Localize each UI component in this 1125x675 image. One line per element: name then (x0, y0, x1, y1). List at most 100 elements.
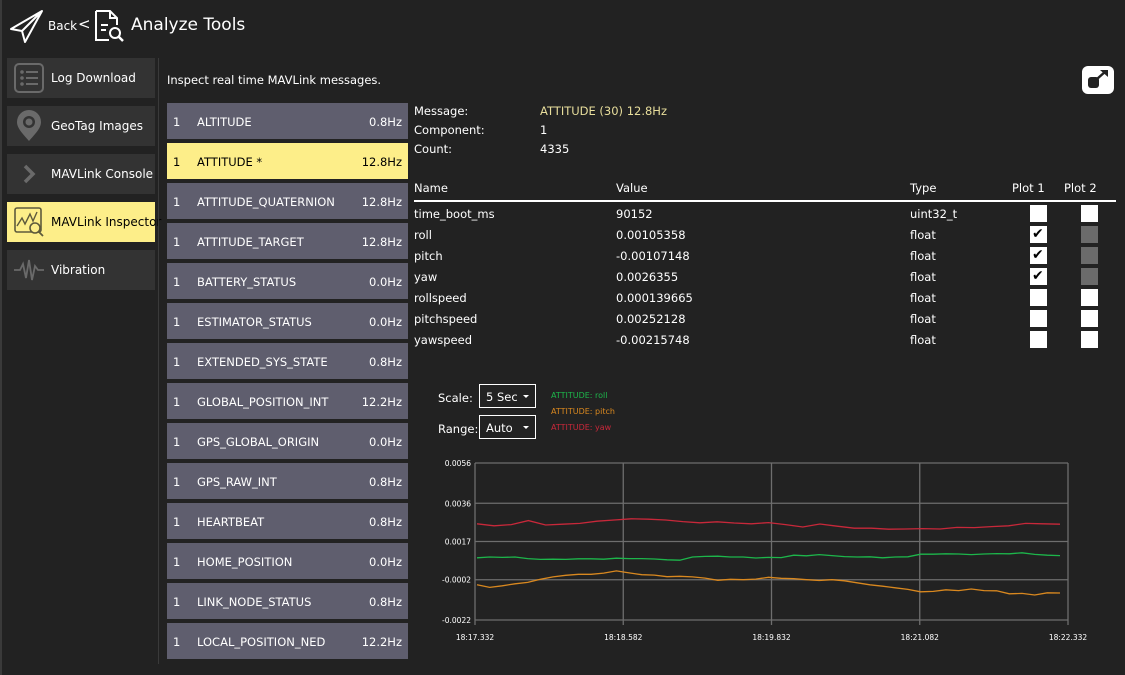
message-component: 1 (173, 555, 181, 569)
plot2-checkbox (1081, 247, 1098, 264)
field-value: 0.000139665 (616, 291, 693, 305)
y-tick-label: 0.0056 (445, 459, 471, 468)
message-list-item[interactable]: 1 LOCAL_POSITION_NED 12.2Hz (167, 623, 408, 659)
message-list-item[interactable]: 1 ATTITUDE_QUATERNION 12.8Hz (167, 183, 408, 219)
message-name: GLOBAL_POSITION_INT (197, 395, 329, 409)
field-name: pitchspeed (414, 312, 478, 326)
plot2-checkbox[interactable] (1081, 205, 1098, 222)
message-rate: 0.8Hz (369, 475, 402, 489)
message-component: 1 (173, 115, 181, 129)
sidebar-item-geotag-images[interactable]: GeoTag Images (7, 106, 155, 146)
message-component: 1 (173, 595, 181, 609)
message-list-item[interactable]: 1 GPS_GLOBAL_ORIGIN 0.0Hz (167, 423, 408, 459)
document-search-icon (95, 10, 124, 42)
series-line-roll (476, 552, 1061, 561)
message-name: GPS_RAW_INT (197, 475, 277, 489)
sidebar-divider (158, 58, 159, 664)
field-value: 0.0026355 (616, 270, 679, 284)
plot1-checkbox[interactable] (1030, 289, 1047, 306)
sidebar-item-label: MAVLink Console (51, 167, 154, 181)
count-value: 4335 (540, 142, 570, 156)
field-name: time_boot_ms (414, 207, 495, 221)
message-name: ATTITUDE_QUATERNION (197, 195, 335, 209)
field-type: float (910, 270, 936, 284)
message-component: 1 (173, 355, 181, 369)
plot2-checkbox[interactable] (1081, 289, 1098, 306)
message-list-item[interactable]: 1 HOME_POSITION 0.0Hz (167, 543, 408, 579)
back-button[interactable]: Back (48, 19, 77, 33)
message-list-item[interactable]: 1 ATTITUDE * 12.8Hz (167, 143, 408, 179)
message-rate: 0.0Hz (369, 435, 402, 449)
scale-label: Scale: (438, 391, 473, 405)
message-rate: 0.8Hz (369, 355, 402, 369)
plot1-checkbox[interactable] (1030, 205, 1047, 222)
expand-button[interactable] (1082, 66, 1114, 94)
field-type: float (910, 249, 936, 263)
scale-dropdown[interactable]: 5 Sec (479, 384, 536, 408)
field-row: time_boot_ms 90152 uint32_t (414, 202, 1116, 223)
count-label: Count: (414, 142, 453, 156)
plot-chart: 0.0056 0.0036 0.0017 -0.0002 -0.0022 18:17.33… (442, 459, 1087, 642)
y-tick-label: 0.0017 (445, 538, 471, 547)
sidebar-item-log-download[interactable]: Log Download (7, 58, 155, 98)
message-list-item[interactable]: 1 HEARTBEAT 0.8Hz (167, 503, 408, 539)
sidebar-item-mavlink-inspector[interactable]: MAVLink Inspector (7, 202, 161, 242)
message-name: ESTIMATOR_STATUS (197, 315, 312, 329)
message-name: LOCAL_POSITION_NED (197, 635, 326, 649)
message-list-item[interactable]: 1 GPS_RAW_INT 0.8Hz (167, 463, 408, 499)
message-list-item[interactable]: 1 ESTIMATOR_STATUS 0.0Hz (167, 303, 408, 339)
message-name: BATTERY_STATUS (197, 275, 297, 289)
chart-legend: ATTITUDE: roll ATTITUDE: pitch ATTITUDE: y… (551, 391, 615, 439)
field-type: float (910, 291, 936, 305)
message-rate: 0.8Hz (369, 115, 402, 129)
message-name: ATTITUDE * (197, 155, 263, 169)
message-component: 1 (173, 515, 181, 529)
message-component: 1 (173, 475, 181, 489)
sidebar-item-vibration[interactable]: Vibration (7, 250, 155, 290)
breadcrumb-separator: < (78, 15, 91, 33)
column-header-name: Name (414, 181, 448, 195)
message-list-item[interactable]: 1 EXTENDED_SYS_STATE 0.8Hz (167, 343, 408, 379)
top-bar: Back < Analyze Tools (2, 0, 1125, 52)
x-tick-label: 18:18.582 (604, 633, 643, 642)
message-name: LINK_NODE_STATUS (197, 595, 312, 609)
field-name: rollspeed (414, 291, 467, 305)
checkmark-icon: ✔ (1032, 268, 1044, 284)
message-list-item[interactable]: 1 ALTITUDE 0.8Hz (167, 103, 408, 139)
field-value: -0.00107148 (616, 249, 690, 263)
message-component: 1 (173, 395, 181, 409)
message-rate: 12.8Hz (361, 235, 402, 249)
message-value: ATTITUDE (30) 12.8Hz (540, 104, 667, 118)
message-list-item[interactable]: 1 BATTERY_STATUS 0.0Hz (167, 263, 408, 299)
field-row: yaw 0.0026355 float ✔ (414, 265, 1116, 286)
series-line-pitch (476, 570, 1061, 596)
message-component: 1 (173, 635, 181, 649)
field-type: float (910, 312, 936, 326)
plot2-checkbox[interactable] (1081, 310, 1098, 327)
plot1-checkbox[interactable]: ✔ (1030, 226, 1047, 243)
field-row: roll 0.00105358 float ✔ (414, 223, 1116, 244)
message-component: 1 (173, 275, 181, 289)
message-list-item[interactable]: 1 GLOBAL_POSITION_INT 12.2Hz (167, 383, 408, 419)
sidebar-item-mavlink-console[interactable]: MAVLink Console (7, 154, 155, 194)
message-rate: 0.8Hz (369, 595, 402, 609)
message-list-item[interactable]: 1 LINK_NODE_STATUS 0.8Hz (167, 583, 408, 619)
message-name: ALTITUDE (197, 115, 252, 129)
message-rate: 0.8Hz (369, 515, 402, 529)
sidebar-item-label: Log Download (51, 71, 136, 85)
range-dropdown[interactable]: Auto (479, 415, 536, 439)
plot2-checkbox[interactable] (1081, 331, 1098, 348)
range-label: Range: (438, 422, 479, 436)
plot1-checkbox[interactable]: ✔ (1030, 247, 1047, 264)
plot1-checkbox[interactable]: ✔ (1030, 268, 1047, 285)
message-rate: 12.8Hz (361, 195, 402, 209)
paper-plane-icon[interactable] (9, 9, 45, 45)
plot1-checkbox[interactable] (1030, 310, 1047, 327)
x-tick-label: 18:17.332 (456, 633, 495, 642)
legend-entry: ATTITUDE: yaw (551, 423, 612, 432)
waveform-icon (14, 259, 44, 281)
fields-table: Name Value Type Plot 1 Plot 2 time_boot_… (414, 180, 1116, 349)
y-tick-label: -0.0002 (442, 576, 471, 585)
plot1-checkbox[interactable] (1030, 331, 1047, 348)
message-list-item[interactable]: 1 ATTITUDE_TARGET 12.8Hz (167, 223, 408, 259)
